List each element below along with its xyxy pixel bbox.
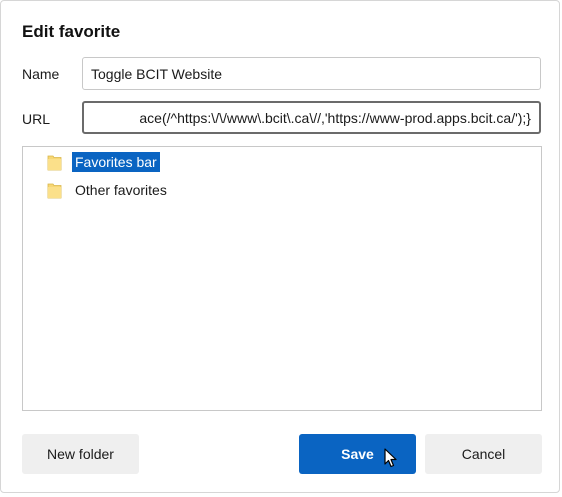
save-button[interactable]: Save xyxy=(299,434,416,474)
url-input[interactable]: ace(/^https:\/\/www\.bcit\.ca\//,'https:… xyxy=(82,101,541,134)
folder-icon xyxy=(47,182,62,199)
folder-item-favorites-bar[interactable]: Favorites bar xyxy=(47,151,160,173)
folder-label: Other favorites xyxy=(75,182,167,198)
folder-icon xyxy=(47,154,62,171)
folder-tree[interactable]: Favorites bar Other favorites xyxy=(22,146,542,411)
name-input[interactable]: Toggle BCIT Website xyxy=(82,57,541,90)
name-label: Name xyxy=(22,66,60,82)
mouse-cursor-icon xyxy=(384,448,397,468)
url-value: ace(/^https:\/\/www\.bcit\.ca\//,'https:… xyxy=(139,109,531,126)
new-folder-button[interactable]: New folder xyxy=(22,434,139,474)
cancel-button[interactable]: Cancel xyxy=(425,434,542,474)
folder-item-other-favorites[interactable]: Other favorites xyxy=(47,179,170,201)
url-label: URL xyxy=(22,111,51,127)
dialog-title: Edit favorite xyxy=(22,22,121,41)
folder-label: Favorites bar xyxy=(72,152,160,172)
edit-favorite-dialog: Edit favorite Name Toggle BCIT Website U… xyxy=(0,0,560,493)
